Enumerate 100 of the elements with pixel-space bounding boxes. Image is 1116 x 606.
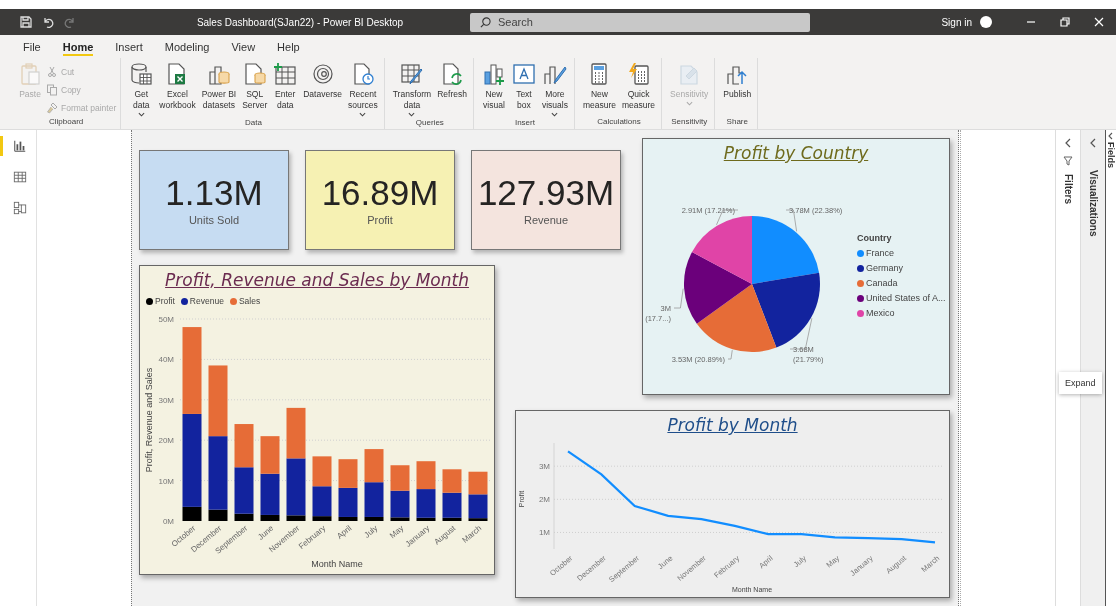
axis-tick-label: 50M xyxy=(158,315,174,324)
chart-title: Profit, Revenue and Sales by Month xyxy=(165,270,469,290)
bar xyxy=(416,461,436,490)
menu-tab[interactable]: View xyxy=(222,35,265,58)
axis-tick-label: 10M xyxy=(158,476,174,486)
bar xyxy=(286,407,306,459)
bar-chart-plus-icon xyxy=(481,62,506,86)
close-icon[interactable] xyxy=(1094,17,1104,27)
ribbon-button[interactable]: New visual xyxy=(479,62,508,117)
axis-tick-label: 1M xyxy=(538,528,550,538)
pane-title[interactable]: Fields xyxy=(1106,142,1116,168)
legend-title: Country xyxy=(857,233,893,243)
tooltip: Expand xyxy=(1059,372,1102,394)
table-plus-icon xyxy=(273,62,298,86)
legend-item: Canada xyxy=(857,278,946,288)
ribbon-group-label: Sensitivity xyxy=(670,116,709,128)
undo-icon[interactable] xyxy=(42,16,54,28)
swirl-icon xyxy=(310,62,335,86)
legend-item: Revenue xyxy=(180,296,224,306)
ribbon-button[interactable]: Get data xyxy=(127,62,156,117)
window-title: Sales Dashboard(SJan22) - Power BI Desktop xyxy=(195,16,405,28)
axis-tick-label: May xyxy=(387,523,406,541)
ribbon-button[interactable]: Enter data xyxy=(271,62,300,117)
menu-tab[interactable]: File xyxy=(14,35,50,58)
legend-item: Mexico xyxy=(857,308,946,318)
chart-title: Profit by Country xyxy=(723,143,869,163)
legend-item: France xyxy=(857,248,946,258)
ribbon-button[interactable]: Dataverse xyxy=(301,62,344,117)
redo-icon[interactable] xyxy=(64,16,76,28)
bar-chart-icon xyxy=(12,139,27,153)
leader-line xyxy=(789,317,813,350)
ribbon-button[interactable]: Text box xyxy=(509,62,538,117)
kpi-value: 127.93M xyxy=(477,174,615,212)
bar xyxy=(234,424,254,468)
refresh-document-icon xyxy=(440,62,465,86)
bar xyxy=(338,459,358,488)
search-icon xyxy=(480,16,491,28)
ribbon-group-label: Share xyxy=(725,116,749,128)
ribbon-button[interactable]: Refresh xyxy=(435,62,469,117)
ribbon-button[interactable]: More visuals xyxy=(539,62,570,117)
table-pencil-icon xyxy=(399,62,424,86)
menu-tab[interactable]: Insert xyxy=(106,35,152,58)
ribbon-button[interactable]: New measure xyxy=(580,62,618,116)
ribbon-group-label: Insert xyxy=(513,117,536,129)
axis-tick-label: 30M xyxy=(158,395,174,405)
clipboard-icon xyxy=(18,62,42,86)
sql-server-icon xyxy=(242,62,267,86)
axis-title: Month Name xyxy=(311,559,363,569)
ribbon-group-label: Calculations xyxy=(596,116,642,128)
bar xyxy=(468,471,488,495)
ribbon-button[interactable]: SQL Server xyxy=(240,62,270,117)
legend-item: Sales xyxy=(229,296,261,306)
model-icon xyxy=(12,201,27,215)
avatar[interactable] xyxy=(980,16,992,28)
axis-tick-label: 40M xyxy=(158,355,174,365)
legend-item: Germany xyxy=(857,263,946,273)
pane-title[interactable]: Filters xyxy=(1062,174,1074,204)
ribbon-button[interactable]: Transform data xyxy=(390,62,434,117)
bar xyxy=(208,365,228,437)
axis-tick-label: 3M xyxy=(538,462,550,472)
sign-in-link[interactable]: Sign in xyxy=(941,16,972,28)
menu-tab[interactable]: Home xyxy=(53,35,103,58)
calculator-lightning-icon xyxy=(626,62,651,86)
text-box-icon xyxy=(511,62,536,86)
bar xyxy=(312,456,332,487)
axis-tick-label: 0M xyxy=(162,517,174,526)
ribbon-button[interactable]: Excel workbook xyxy=(157,62,198,117)
search-field[interactable]: Search xyxy=(470,12,810,32)
kpi-label: Revenue xyxy=(523,214,568,226)
ribbon-button[interactable]: Recent sources xyxy=(345,62,380,117)
ribbon-button[interactable]: Quick measure xyxy=(620,62,658,116)
database-icon xyxy=(129,62,154,86)
ribbon-button[interactable]: Power BI datasets xyxy=(199,62,239,117)
ribbon-button[interactable]: Publish xyxy=(721,62,754,116)
save-icon[interactable] xyxy=(20,16,32,28)
collapse-icon[interactable] xyxy=(1107,132,1115,140)
kpi-label: Units Sold xyxy=(188,214,240,226)
leader-line xyxy=(673,288,684,309)
legend-item: United States of A... xyxy=(857,293,946,303)
leader-line xyxy=(727,349,733,360)
legend-item: Profit xyxy=(146,296,175,306)
axis-title: Profit, Revenue and Sales xyxy=(144,367,154,473)
axis-tick-label: 2M xyxy=(538,495,550,505)
bar xyxy=(260,436,280,474)
pane-title[interactable]: Visualizations xyxy=(1087,170,1099,237)
menu-tab[interactable]: Help xyxy=(268,35,309,58)
axis-tick-label: July xyxy=(362,523,380,540)
pie-slice xyxy=(684,252,752,324)
pie-slice xyxy=(752,216,820,284)
axis-tick-label: 20M xyxy=(158,436,174,446)
restore-icon[interactable] xyxy=(1060,17,1070,27)
copy-icon xyxy=(46,84,58,96)
menu-tab[interactable]: Modeling xyxy=(155,35,219,58)
kpi-value: 1.13M xyxy=(165,174,263,212)
bar xyxy=(390,465,410,491)
bar xyxy=(364,449,384,483)
collapse-icon[interactable] xyxy=(1064,138,1072,148)
ribbon-group-label: Queries xyxy=(414,117,445,129)
bar xyxy=(442,469,462,493)
scissors-icon xyxy=(46,66,58,78)
